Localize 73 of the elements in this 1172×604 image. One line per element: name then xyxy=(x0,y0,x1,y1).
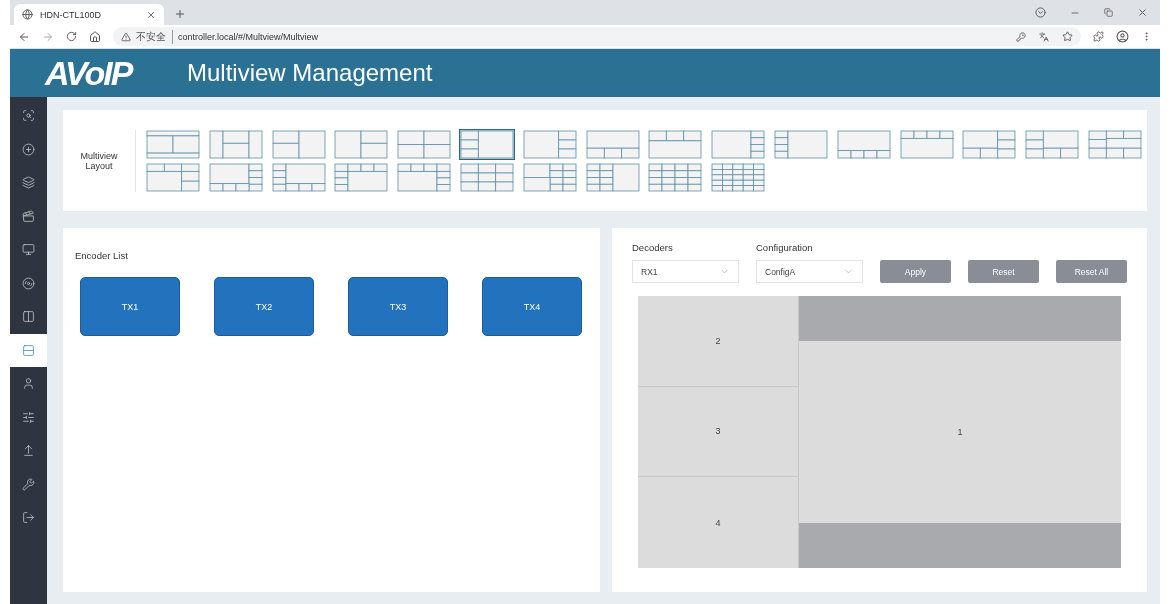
key-icon[interactable] xyxy=(1016,31,1026,42)
user-icon xyxy=(22,377,35,391)
layout-thumbnail[interactable] xyxy=(647,161,704,193)
disc-icon xyxy=(22,276,35,290)
chevron-circle-icon[interactable] xyxy=(1035,7,1046,18)
translate-icon[interactable] xyxy=(1039,31,1049,42)
layout-thumbnail[interactable] xyxy=(270,128,327,160)
layout-thumbnail[interactable] xyxy=(835,128,892,160)
security-label: 不安全 xyxy=(136,29,173,44)
layout-thumbnail[interactable] xyxy=(772,128,829,160)
star-icon[interactable] xyxy=(1062,31,1073,42)
layout-thumbnail[interactable] xyxy=(207,128,264,160)
grid-icon xyxy=(22,343,35,357)
layout-label: Multiview Layout xyxy=(71,129,136,192)
layout-thumbnail[interactable] xyxy=(647,128,704,160)
upload-icon xyxy=(22,444,35,458)
logout-icon xyxy=(22,511,35,525)
logo: AVoIP xyxy=(45,53,134,93)
layout-thumbnail[interactable] xyxy=(145,161,201,193)
layout-thumbnail[interactable] xyxy=(584,161,641,193)
layers-icon xyxy=(22,176,35,190)
wrench-icon xyxy=(22,477,35,491)
encoder-button[interactable]: TX3 xyxy=(348,277,448,336)
layout-thumbnail[interactable] xyxy=(333,161,390,193)
layout-thumbnail[interactable] xyxy=(459,161,515,193)
layout-thumbnail[interactable] xyxy=(1086,128,1143,160)
search-icon xyxy=(22,109,35,123)
sidebar-item[interactable] xyxy=(10,333,47,367)
avatar-icon[interactable] xyxy=(1116,30,1129,43)
url-text: controller.local/#/Multview/Multview xyxy=(178,31,320,42)
layout-thumbnail[interactable] xyxy=(710,128,767,160)
layout-thumbnail[interactable] xyxy=(145,128,201,160)
browser-tab[interactable]: HDN-CTL100D xyxy=(14,4,164,25)
close-icon[interactable] xyxy=(1137,7,1148,18)
layout-thumbnail[interactable] xyxy=(207,161,264,193)
sliders-icon xyxy=(22,410,35,424)
new-tab-icon[interactable] xyxy=(174,8,186,20)
layout-thumbnail[interactable] xyxy=(961,128,1018,160)
layout-thumbnail[interactable] xyxy=(396,161,453,193)
puzzle-icon[interactable] xyxy=(1093,31,1104,42)
layout-thumbnail[interactable] xyxy=(521,161,578,193)
layout-thumbnail[interactable] xyxy=(270,161,327,193)
layout-thumbnail[interactable] xyxy=(584,128,641,160)
layout-thumbnail[interactable] xyxy=(333,128,390,160)
address-bar[interactable]: 不安全 controller.local/#/Multview/Multview xyxy=(113,27,1081,46)
layout-thumbnail[interactable] xyxy=(710,161,767,193)
field-label: Decoders xyxy=(632,242,674,253)
card-title: Encoder List xyxy=(75,250,129,261)
layout-thumbnail[interactable] xyxy=(1024,128,1081,160)
columns-icon xyxy=(22,310,35,324)
encoder-button[interactable]: TX1 xyxy=(80,277,180,336)
encoder-button[interactable]: TX2 xyxy=(214,277,314,336)
close-icon[interactable] xyxy=(146,9,156,20)
plus-circle-icon xyxy=(22,142,35,156)
film-icon xyxy=(22,209,35,223)
encoder-button[interactable]: TX4 xyxy=(482,277,582,336)
layout-thumbnail[interactable] xyxy=(521,128,578,160)
layout-thumbnail[interactable] xyxy=(396,128,453,160)
monitor-icon xyxy=(22,243,35,257)
select-field[interactable]: RX1 xyxy=(632,260,739,283)
restore-icon[interactable] xyxy=(1104,8,1113,17)
layout-thumbnail[interactable] xyxy=(459,128,515,160)
reload-icon[interactable] xyxy=(66,31,77,42)
tab-title: HDN-CTL100D xyxy=(40,9,102,20)
back-icon[interactable] xyxy=(18,30,30,43)
warning-icon xyxy=(121,31,131,42)
select-field[interactable]: ConfigA xyxy=(756,260,863,283)
forward-icon[interactable] xyxy=(42,30,54,43)
layout-thumbnail[interactable] xyxy=(898,128,955,160)
home-icon[interactable] xyxy=(89,30,101,43)
page-title: Multiview Management xyxy=(187,59,433,87)
globe-icon xyxy=(22,9,33,20)
field-label: Configuration xyxy=(756,242,814,253)
